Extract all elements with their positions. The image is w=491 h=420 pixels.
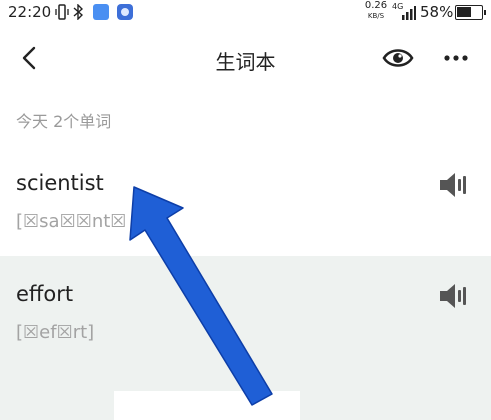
speaker-icon[interactable]: [438, 282, 470, 310]
network-speed-unit: KB/S: [367, 12, 385, 20]
word-text: effort: [16, 282, 74, 306]
network-speed-value: 0.26: [364, 0, 388, 11]
network-speed: 0.26 KB/S: [364, 1, 388, 21]
word-list-item[interactable]: scientist [☒sa☒☒nt☒: [0, 145, 491, 256]
word-list-item[interactable]: effort [☒ef☒rt]: [0, 256, 491, 367]
battery-icon: [455, 5, 486, 20]
bluetooth-icon: [73, 4, 83, 20]
back-icon[interactable]: [14, 42, 46, 74]
status-bar: 22:20 0.26 KB/S 4G 58%: [0, 0, 491, 26]
status-time: 22:20: [8, 3, 52, 21]
speaker-icon[interactable]: [438, 171, 470, 199]
bottom-area: [0, 367, 491, 420]
section-header: 今天 2个单词: [0, 90, 491, 145]
word-text: scientist: [16, 171, 104, 195]
battery-percent: 58%: [420, 3, 454, 21]
app-screen: 22:20 0.26 KB/S 4G 58% 生词本 今天 2个单词 scien…: [0, 0, 491, 420]
page-title: 生词本: [215, 50, 276, 74]
app-notification-icon: [93, 4, 109, 20]
app-notification-icon-2: [117, 4, 133, 20]
signal-icon: [402, 6, 416, 20]
word-phonetic: [☒ef☒rt]: [16, 322, 95, 343]
word-phonetic: [☒sa☒☒nt☒: [16, 211, 127, 232]
bottom-card[interactable]: [114, 391, 300, 420]
nav-bar: 生词本: [0, 26, 491, 90]
eye-icon[interactable]: [382, 44, 414, 72]
section-date-count: 今天 2个单词: [16, 112, 112, 131]
vibrate-icon: [55, 4, 69, 20]
more-icon[interactable]: [440, 44, 472, 72]
